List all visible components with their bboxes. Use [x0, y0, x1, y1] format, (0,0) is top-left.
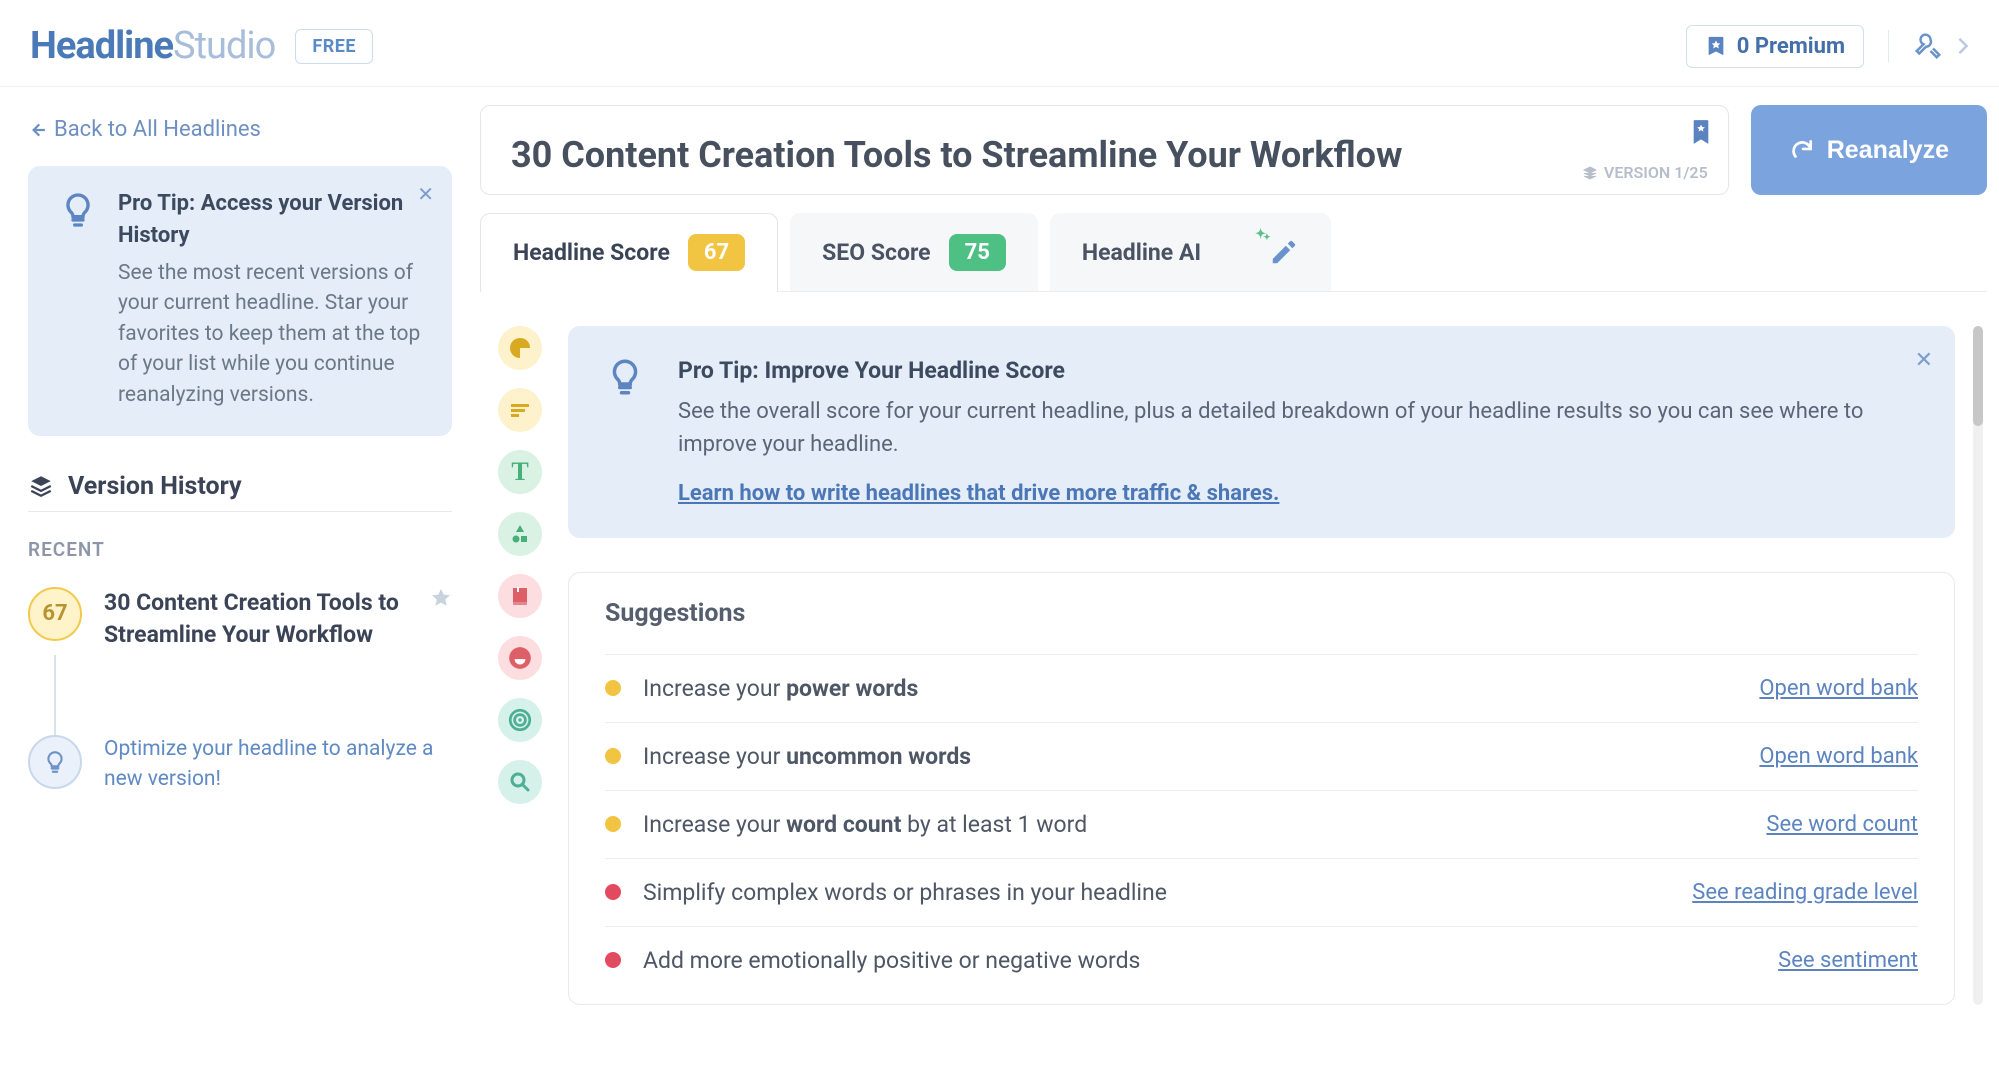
suggestion-item: Add more emotionally positive or negativ…: [605, 926, 1918, 994]
category-rail: T: [498, 326, 546, 1005]
status-dot: [605, 952, 621, 968]
logo-part2: Studio: [173, 24, 275, 68]
suggestion-link[interactable]: See reading grade level: [1692, 880, 1918, 905]
recent-label: RECENT: [28, 538, 452, 561]
rail-search-icon[interactable]: [498, 760, 542, 804]
header-divider: [1888, 30, 1889, 62]
protip-card-sidebar: ✕ Pro Tip: Access your Version History S…: [28, 166, 452, 436]
app-header: HeadlineStudio FREE 0 Premium: [0, 0, 1999, 87]
lightbulb-icon: [604, 356, 646, 398]
suggestion-link[interactable]: Open word bank: [1759, 744, 1918, 769]
status-dot: [605, 884, 621, 900]
rail-target-icon[interactable]: [498, 698, 542, 742]
divider: [28, 511, 452, 512]
headline-text: 30 Content Creation Tools to Streamline …: [511, 134, 1700, 176]
score-circle: 67: [28, 587, 82, 641]
rail-smile-icon[interactable]: [498, 636, 542, 680]
analysis-row: T ✕ Pro Tip: Improve Your Headline Score…: [480, 292, 1987, 1005]
pencil-sparkle-icon: ✦ ✦: [1269, 237, 1299, 267]
tab-seo-score[interactable]: SEO Score 75: [790, 213, 1038, 291]
logo-part1: Headline: [30, 24, 173, 68]
suggestions-panel: Suggestions Increase your power wordsOpe…: [568, 572, 1955, 1005]
suggestion-text: Increase your power words: [643, 675, 1759, 702]
protip-link[interactable]: Learn how to write headlines that drive …: [678, 481, 1279, 506]
rail-balance-icon[interactable]: [498, 388, 542, 432]
free-badge[interactable]: FREE: [295, 29, 373, 64]
suggestion-item: Increase your power wordsOpen word bank: [605, 654, 1918, 722]
headline-input-box[interactable]: 30 Content Creation Tools to Streamline …: [480, 105, 1729, 195]
tab-label: Headline AI: [1082, 239, 1201, 266]
suggestion-item: Simplify complex words or phrases in you…: [605, 858, 1918, 926]
suggestion-text: Increase your uncommon words: [643, 743, 1759, 770]
recent-headline-title: 30 Content Creation Tools to Streamline …: [104, 587, 452, 651]
tab-headline-score[interactable]: Headline Score 67: [480, 213, 778, 292]
lightbulb-circle-icon: [28, 735, 82, 789]
tab-label: SEO Score: [822, 239, 930, 266]
tab-headline-ai[interactable]: Headline AI ✦ ✦: [1050, 213, 1331, 291]
analysis-body: ✕ Pro Tip: Improve Your Headline Score S…: [568, 326, 1977, 1005]
tab-label: Headline Score: [513, 239, 670, 266]
rail-book-icon[interactable]: [498, 574, 542, 618]
optimize-text: Optimize your headline to analyze a new …: [104, 735, 452, 794]
layers-small-icon: [1582, 165, 1598, 181]
version-history-heading: Version History: [28, 472, 452, 501]
arrow-left-icon: [28, 121, 46, 139]
suggestion-text: Increase your word count by at least 1 w…: [643, 811, 1766, 838]
suggestions-list: Increase your power wordsOpen word bankI…: [605, 654, 1918, 994]
version-text: VERSION 1/25: [1604, 163, 1708, 182]
version-indicator: VERSION 1/25: [1582, 163, 1708, 182]
star-icon[interactable]: [430, 587, 452, 609]
seo-score-badge: 75: [949, 234, 1006, 271]
close-icon[interactable]: ✕: [417, 180, 434, 209]
sidebar: Back to All Headlines ✕ Pro Tip: Access …: [0, 87, 480, 1005]
tabs: Headline Score 67 SEO Score 75 Headline …: [480, 213, 1987, 292]
reanalyze-label: Reanalyze: [1827, 136, 1949, 165]
layers-icon: [28, 473, 54, 499]
timeline-connector: [54, 655, 452, 745]
scrollbar-thumb[interactable]: [1973, 326, 1983, 426]
suggestion-text: Add more emotionally positive or negativ…: [643, 947, 1778, 974]
protip-body: See the most recent versions of your cur…: [118, 258, 426, 410]
suggestion-link[interactable]: See sentiment: [1778, 948, 1918, 973]
suggestion-item: Increase your word count by at least 1 w…: [605, 790, 1918, 858]
status-dot: [605, 816, 621, 832]
premium-button[interactable]: 0 Premium: [1686, 25, 1864, 68]
protip-card-main: ✕ Pro Tip: Improve Your Headline Score S…: [568, 326, 1955, 538]
suggestion-link[interactable]: Open word bank: [1759, 676, 1918, 701]
scrollbar[interactable]: [1973, 326, 1983, 1005]
rail-chart-icon[interactable]: [498, 326, 542, 370]
header-right: 0 Premium: [1686, 25, 1969, 68]
protip-title: Pro Tip: Improve Your Headline Score: [678, 354, 1923, 389]
suggestion-item: Increase your uncommon wordsOpen word ba…: [605, 722, 1918, 790]
premium-label: 0 Premium: [1737, 34, 1845, 59]
version-history-label: Version History: [68, 472, 242, 501]
status-dot: [605, 680, 621, 696]
chevron-right-icon[interactable]: [1957, 36, 1969, 56]
suggestions-heading: Suggestions: [605, 599, 1918, 628]
suggestion-link[interactable]: See word count: [1766, 812, 1918, 837]
bookmark-star-icon: [1705, 35, 1727, 57]
main-layout: Back to All Headlines ✕ Pro Tip: Access …: [0, 87, 1999, 1005]
header-left: HeadlineStudio FREE: [30, 24, 373, 68]
optimize-prompt[interactable]: Optimize your headline to analyze a new …: [28, 735, 452, 794]
rail-type-icon[interactable]: T: [498, 450, 542, 494]
rail-shapes-icon[interactable]: [498, 512, 542, 556]
recent-headline-item[interactable]: 67 30 Content Creation Tools to Streamli…: [28, 587, 452, 651]
status-dot: [605, 748, 621, 764]
content-area: 30 Content Creation Tools to Streamline …: [480, 87, 1999, 1005]
back-label: Back to All Headlines: [54, 117, 261, 142]
suggestion-text: Simplify complex words or phrases in you…: [643, 879, 1692, 906]
lightbulb-icon: [58, 190, 100, 232]
reanalyze-button[interactable]: Reanalyze: [1751, 105, 1987, 195]
tools-icon[interactable]: [1913, 31, 1943, 61]
close-icon[interactable]: ✕: [1915, 344, 1933, 377]
protip-title: Pro Tip: Access your Version History: [118, 188, 426, 252]
app-logo[interactable]: HeadlineStudio: [30, 24, 275, 68]
headline-row: 30 Content Creation Tools to Streamline …: [480, 105, 1987, 195]
back-to-headlines-link[interactable]: Back to All Headlines: [28, 117, 452, 142]
protip-body: See the overall score for your current h…: [678, 395, 1923, 461]
refresh-icon: [1789, 137, 1815, 163]
bookmark-icon[interactable]: [1690, 118, 1712, 146]
headline-score-badge: 67: [688, 234, 745, 271]
